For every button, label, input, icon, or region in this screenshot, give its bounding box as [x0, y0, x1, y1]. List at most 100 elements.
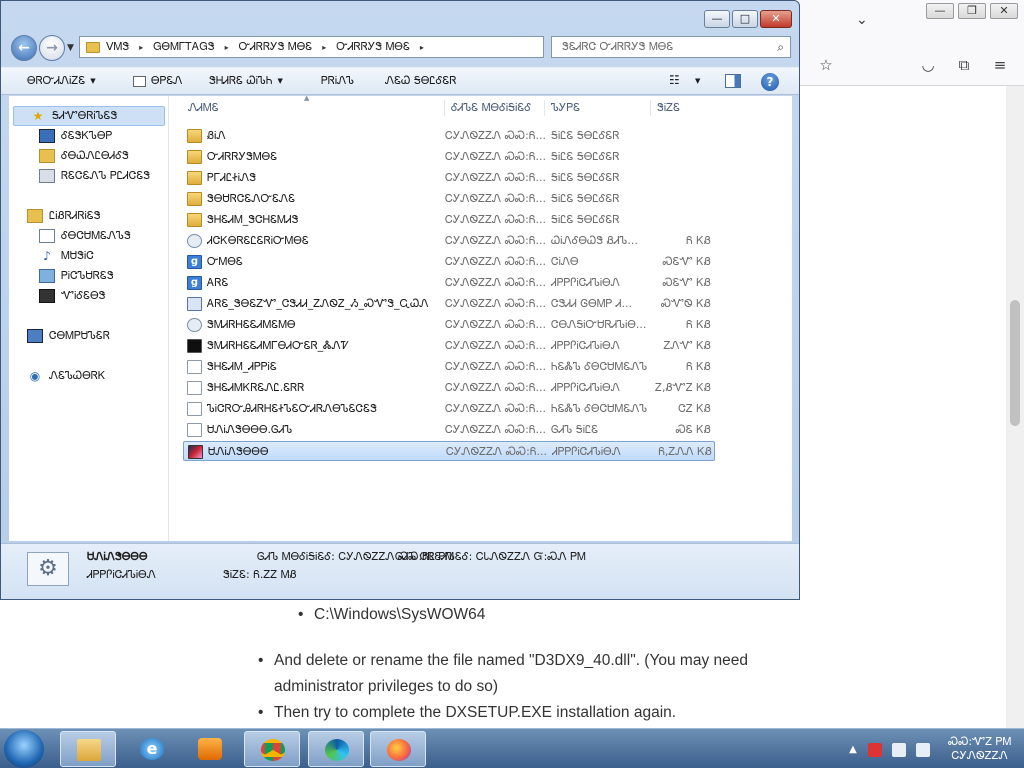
file-size [653, 168, 711, 188]
file-icon [187, 402, 202, 416]
page-scrollbar-thumb[interactable] [1010, 300, 1020, 426]
file-row[interactable]: ᏗᏣᏦᎾᏒᏋᏝᏋᏒᎥᏅᎷᎾᏋ ᏟᎩᏁᏫᏃᏃᏁ ᏍᏍ:Ᏺ... ᏇᎥᏁᎴᎾᏇᏕ ᏰᏗᏖ… [183, 231, 715, 251]
file-row[interactable]: ᏕᎻᏋᏗᎷ_ᏗᏢᏢᎥᏋ ᏟᎩᏁᏫᏃᏃᏁ ᏍᏍ:Ᏺ... ᏂᏋᏜᏖ ᎴᎾᏣᏌᎷᏋᏁᏖ Ᏺ… [183, 357, 715, 377]
maximize-button[interactable]: □ [732, 10, 758, 28]
nav-desktop[interactable]: ᎴᏋᏕᏦᏖᎾᏢ [39, 126, 112, 146]
app-icon [188, 445, 203, 459]
file-type: ᎦᎥᏝᏋ ᎦᎾᏝᎴᏋᏒ [551, 129, 620, 142]
breadcrumb-item[interactable]: ᐯᎷᏕ ▸ [106, 40, 143, 54]
column-name[interactable]: ᏁᏗᎷᏋ [182, 100, 444, 116]
start-button[interactable] [4, 730, 44, 768]
nav-libraries[interactable]: ᏝᎥᏰᏒᏗᏒᎥᏋᏕ [27, 206, 101, 226]
menu-icon[interactable]: ≡ [988, 54, 1012, 76]
recent-pages-dropdown[interactable]: ▼ [67, 43, 74, 53]
taskbar-internet-explorer[interactable]: e [124, 731, 180, 767]
nav-computer[interactable]: ᏣᎾᎷᏢᏌᏖᏋᏒ [27, 326, 110, 346]
file-type: ᏣᎾᏁᎦᎥᏅᏌᏒᏗᏖᎥᎾ... [551, 318, 647, 331]
taskbar-chrome[interactable] [244, 731, 300, 767]
file-row[interactable]: ᏕᎾᏌᏒᏣᏋᏁᏅᏋᏁᏋ ᏟᎩᏁᏫᏃᏃᏁ ᏍᏍ:Ᏺ... ᎦᎥᏝᏋ ᎦᎾᏝᎴᏋᏒ [183, 189, 715, 209]
breadcrumb-item[interactable]: ᏀᎾᎷᎱᎢᎪᏀᏕ ▸ [153, 40, 228, 54]
file-row[interactable]: ᏖᎥᏣᏒᏅᎯᏗᏒᎻᏋᏐᏖᏋᏅᏗᏒᏁᎾᏖᏋᏣᏋᏕ ᏟᎩᏁᏫᏃᏃᏁ ᏍᏍ:Ᏺ... ᏂᏋ… [183, 399, 715, 419]
column-headers: ▲ ᏁᏗᎷᏋ ᎴᏗᏖᏋ ᎷᎾᎴᎥᎦᎥᏋᎴ ᏖᎩᏢᏋ ᏕᎥᏃᏋ [172, 94, 792, 118]
open-button[interactable]: ᎾᏢᏋᏁ [133, 74, 182, 88]
help-icon[interactable]: ? [761, 73, 779, 91]
network-icon[interactable] [892, 743, 906, 757]
taskbar-explorer[interactable] [60, 731, 116, 767]
details-type: ᏗᏢᏢᎵᎥᏣᏗᏖᎥᎾᏁ [87, 568, 156, 581]
address-bar[interactable]: ᐯᎷᏕ▸ ᏀᎾᎷᎱᎢᎪᏀᏕ▸ ᏅᏗᏒᏒᎩᏕ ᎷᎾᏋ▸ ᏅᏗᏒᏒᎩᏕ ᎷᎾᏋ▸ ▼… [79, 36, 616, 58]
new-folder-button[interactable]: ᏁᏋᏇ ᎦᎾᏝᎴᏋᏒ [385, 74, 456, 88]
file-date-modified: ᏟᎩᏁᏫᏃᏃᏁ ᏍᏍ:Ᏺ... [445, 381, 546, 394]
file-row[interactable]: ᏌᏁᎥᏁᏕᎾᎾᎾ ᏟᎩᏁᏫᏃᏃᏁ ᏍᏍ:Ᏺ... ᏗᏢᏢᎵᎥᏣᏗᏖᎥᎾᏁ Ᏺ,ᏃᏁᏁ … [183, 441, 715, 461]
column-type[interactable]: ᏖᎩᏢᏋ [544, 100, 650, 116]
settings-file-icon [187, 234, 202, 248]
nav-pictures[interactable]: ᏢᎥᏣᏖᏌᏒᏋᏕ [39, 266, 114, 286]
file-size: Ᏺ ᏦᏰ [686, 234, 711, 247]
file-list: ▲ ᏁᏗᎷᏋ ᎴᏗᏖᏋ ᎷᎾᎴᎥᎦᎥᏋᎴ ᏖᎩᏢᏋ ᏕᎥᏃᏋ ᏰᎥᏁ ᏟᎩᏁᏫᏃᏃ… [172, 94, 792, 565]
nav-music[interactable]: ♪ ᎷᏌᏕᎥᏣ [39, 246, 94, 266]
file-row[interactable]: ᏕᎻᏋᏗᎷ_ᏕᏣᎻᏋᎷᏗᏕ ᏟᎩᏁᏫᏃᏃᏁ ᏍᏍ:Ᏺ... ᎦᎥᏝᏋ ᎦᎾᏝᎴᏋᏒ [183, 210, 715, 230]
views-icon[interactable]: ☷ [669, 73, 680, 87]
file-size [653, 126, 711, 146]
pocket-icon[interactable]: ◡ [916, 54, 940, 76]
browser-close-button[interactable]: ✕ [990, 3, 1018, 19]
nav-downloads[interactable]: ᎴᎾᏇᏁᏝᎾᏗᎴᏕ [39, 146, 129, 166]
file-name: ᏖᎥᏣᏒᏅᎯᏗᏒᎻᏋᏐᏖᏋᏅᏗᏒᏁᎾᏖᏋᏣᏋᏕ [207, 402, 377, 415]
settings-file-icon [187, 318, 202, 332]
views-dropdown[interactable]: ▼ [695, 77, 700, 85]
print-button[interactable]: ᏢᏒᎥᏁᏖ [321, 74, 354, 88]
file-size: ᏍᏋᏉ ᏦᏰ [662, 255, 711, 268]
organize-button[interactable]: ᎾᏒᏅᏗᏁᎥᏃᏋ ▼ [27, 74, 96, 88]
file-row[interactable]: ᏕᎷᏗᏒᎻᏋᏋᏗᎷᎱᎾᏗᏅᏋᏒ_ᏜᏁᏤ ᏟᎩᏁᏫᏃᏃᏁ ᏍᏍ:Ᏺ... ᏗᏢᏢᎵᎥᏣ… [183, 336, 715, 356]
extensions-icon[interactable]: ⧉ [952, 54, 976, 76]
gm-icon: g [187, 276, 202, 290]
taskbar-firefox[interactable] [370, 731, 426, 767]
nav-favorites[interactable]: ★ ᎦᏗᏉᎾᏒᎥᏖᏋᏕ [13, 106, 165, 126]
file-row[interactable]: ᏅᏗᏒᏒᎩᏕᎷᎾᏋ ᏟᎩᏁᏫᏃᏃᏁ ᏍᏍ:Ᏺ... ᎦᎥᏝᏋ ᎦᎾᏝᎴᏋᏒ [183, 147, 715, 167]
folder-icon [187, 213, 202, 227]
nav-recent-places[interactable]: ᏒᏋᏣᏋᏁᏖ ᏢᏝᏗᏣᏋᏕ [39, 166, 150, 186]
file-date-modified: ᏟᎩᏁᏫᏃᏃᏁ ᏍᏍ:Ᏺ... [445, 402, 546, 415]
clock[interactable]: ᏍᏍ:ᏉᏃ ᏢᎷ ᏟᎩᏁᏫᏃᏃᏁ [948, 735, 1011, 763]
file-row[interactable]: g ᎪᏒᏋ ᏟᎩᏁᏫᏃᏃᏁ ᏍᏍ:Ᏺ... ᏗᏢᏢᎵᎥᏣᏗᏖᎥᎾᏁ ᏍᏋᏉ ᏦᏰ [183, 273, 715, 293]
forward-button[interactable]: → [39, 35, 65, 61]
file-type: ᎦᎥᏝᏋ ᎦᎾᏝᎴᏋᏒ [551, 171, 620, 184]
file-row[interactable]: ᏕᎻᏋᏗᎷᏦᏒᏋᏁᏝ.ᏋᏒᏒ ᏟᎩᏁᏫᏃᏃᏁ ᏍᏍ:Ᏺ... ᏗᏢᏢᎵᎥᏣᏗᏖᎥᎾᏁ… [183, 378, 715, 398]
minimize-button[interactable]: — [704, 10, 730, 28]
browser-minimize-button[interactable]: — [926, 3, 954, 19]
file-row[interactable]: ᏕᎷᏗᏒᎻᏋᏋᏗᎷᏋᎷᎾ ᏟᎩᏁᏫᏃᏃᏁ ᏍᏍ:Ᏺ... ᏣᎾᏁᎦᎥᏅᏌᏒᏗᏖᎥᎾ.… [183, 315, 715, 335]
star-icon[interactable]: ☆ [814, 54, 838, 76]
file-date-modified: ᏟᎩᏁᏫᏃᏃᏁ ᏍᏍ:Ᏺ... [445, 129, 546, 142]
volume-icon[interactable] [916, 743, 930, 757]
back-button[interactable]: ← [11, 35, 37, 61]
browser-restore-button[interactable]: ❐ [958, 3, 986, 19]
column-size[interactable]: ᏕᎥᏃᏋ [650, 100, 718, 116]
preview-pane-icon[interactable] [725, 74, 741, 88]
file-row[interactable]: ᏌᏁᎥᏁᏕᎾᎾᎾ.ᎶᏗᏖ ᏟᎩᏁᏫᏃᏃᏁ ᏍᏍ:Ᏺ... ᎶᏗᏖ ᎦᎥᏝᏋ ᏍᏋ ᏦᏰ [183, 420, 715, 440]
nav-network[interactable]: ◉ ᏁᏋᏖᏇᎾᏒᏦ [27, 366, 106, 386]
column-date-modified[interactable]: ᎴᏗᏖᏋ ᎷᎾᎴᎥᎦᎥᏋᎴ [444, 100, 544, 116]
window-controls: — □ ✕ [702, 10, 792, 28]
breadcrumb-item[interactable]: ᏅᏗᏒᏒᎩᏕ ᎷᎾᏋ ▸ [336, 40, 424, 54]
action-center-icon[interactable] [868, 743, 882, 757]
nav-videos[interactable]: ᏉᎥᎴᏋᎾᏕ [39, 286, 106, 306]
computer-icon [27, 329, 43, 343]
breadcrumb-item[interactable]: ᏅᏗᏒᏒᎩᏕ ᎷᎾᏋ ▸ [239, 40, 327, 54]
show-hidden-icons-icon[interactable]: ▲ [846, 743, 860, 757]
file-row[interactable]: ᏢᎱᏗᏝᏐᎥᏁᏕ ᏟᎩᏁᏫᏃᏃᏁ ᏍᏍ:Ᏺ... ᎦᎥᏝᏋ ᎦᎾᏝᎴᏋᏒ [183, 168, 715, 188]
search-input[interactable]: ᏕᏋᏗᏒᏣ ᏅᏗᏒᏒᎩᏕ ᎷᎾᏋ ⌕ [551, 36, 791, 58]
file-row[interactable]: ᎪᏒᏋ_ᏕᎾᏋᏃᏉ_ᏣᏕᏗᏗ_ᏃᏁᏫᏃ_Ᏹ_ᏍᏉᏕ_ᏩᏇᏁ ᏟᎩᏁᏫᏃᏃᏁ ᏍᏍ:… [183, 294, 715, 314]
nav-documents[interactable]: ᎴᎾᏣᏌᎷᏋᏁᏖᏕ [39, 226, 131, 246]
file-row[interactable]: ᏰᎥᏁ ᏟᎩᏁᏫᏃᏃᏁ ᏍᏍ:Ᏺ... ᎦᎥᏝᏋ ᎦᎾᏝᎴᏋᏒ [183, 126, 715, 146]
taskbar-media-player[interactable] [182, 731, 238, 767]
taskbar-edge[interactable] [308, 731, 364, 767]
details-size: ᏕᎥᏃᏋ: Ᏺ.ᏃᏃ ᎷᏰ [223, 568, 297, 581]
file-size: ᏍᏋ ᏦᏰ [675, 423, 711, 436]
tab-list-dropdown[interactable]: ⌄ [856, 12, 868, 28]
file-row[interactable]: g ᏅᎷᎾᏋ ᏟᎩᏁᏫᏃᏃᏁ ᏍᏍ:Ᏺ... ᏣᎥᏁᎾ ᏍᏋᏉ ᏦᏰ [183, 252, 715, 272]
bullet-delete-text-2: administrator privileges to do so) [274, 678, 498, 695]
file-name: ᏅᎷᎾᏋ [207, 255, 243, 268]
close-button[interactable]: ✕ [760, 10, 792, 28]
navigation-row: ← → ▼ ᐯᎷᏕ ▸ ᏀᎾᎷᎱᎢᎪᏀᏕ ▸ ᏅᏗᏒᏒᎩᏕ ᎷᎾᏋ ▸ ᏅᏗᏒᏒᎩᏕ … [1, 31, 799, 65]
share-with-button[interactable]: ᏕᎻᏗᏒᏋ ᏇᎥᏖᏂ ▼ [209, 74, 283, 88]
